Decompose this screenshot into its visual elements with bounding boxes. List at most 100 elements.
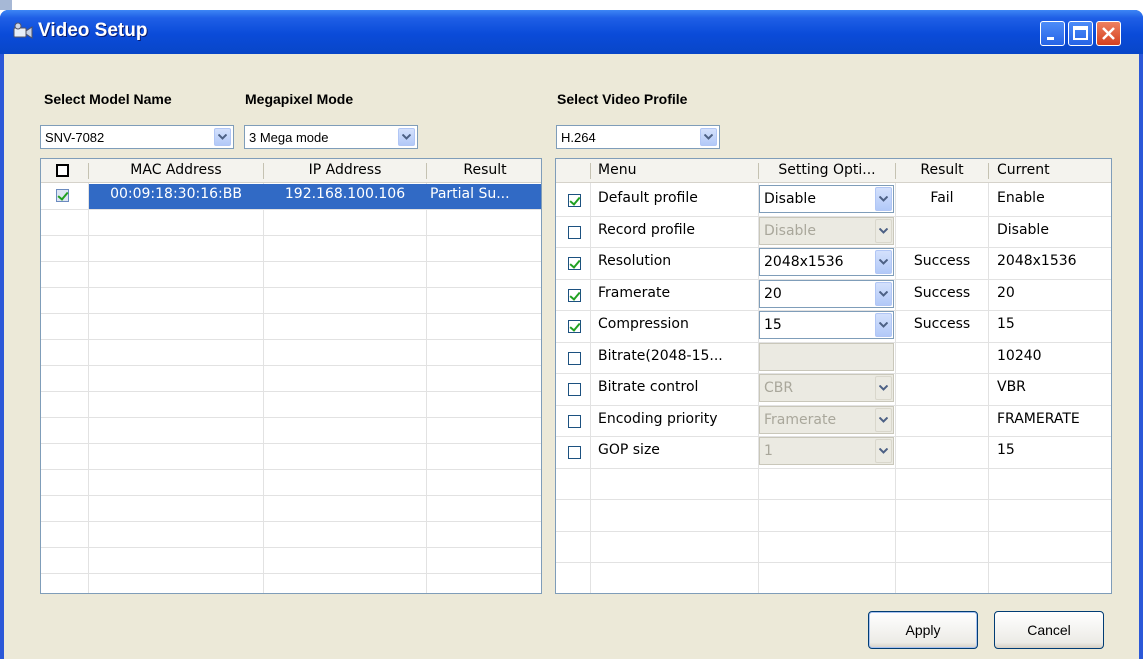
grid-line [41, 469, 541, 470]
row-checkbox[interactable] [568, 415, 581, 428]
grid-line [88, 183, 89, 593]
col-ip-address[interactable]: IP Address [264, 159, 426, 183]
grid-line [263, 183, 264, 593]
row-checkbox[interactable] [568, 194, 581, 207]
current-value-cell: 10240 [997, 348, 1042, 364]
settings-table: Menu Setting Opti... Result Current Defa… [555, 158, 1112, 594]
close-button[interactable] [1096, 21, 1121, 46]
grid-line [41, 521, 541, 522]
setting-option-value: 20 [764, 286, 782, 302]
video-profile-label: Select Video Profile [557, 91, 688, 107]
row-checkbox[interactable] [568, 320, 581, 333]
row-checkbox[interactable] [568, 289, 581, 302]
model-name-select[interactable]: SNV-7082 [40, 125, 234, 149]
current-value-cell: 15 [997, 316, 1015, 332]
select-all-checkbox[interactable] [56, 164, 69, 177]
setting-option-value: 15 [764, 317, 782, 333]
settings-table-header: Menu Setting Opti... Result Current [556, 159, 1111, 183]
background-fragment [0, 0, 12, 10]
grid-line [895, 183, 896, 593]
col-current[interactable]: Current [989, 159, 1113, 183]
chevron-down-icon[interactable] [700, 128, 717, 146]
col-menu[interactable]: Menu [592, 159, 672, 183]
menu-cell: Bitrate control [598, 379, 699, 395]
setting-option-select: Framerate [759, 406, 894, 434]
maximize-button[interactable] [1068, 21, 1093, 46]
menu-cell: Framerate [598, 285, 671, 301]
chevron-down-icon [875, 408, 892, 432]
menu-cell: Resolution [598, 253, 672, 269]
menu-cell: GOP size [598, 442, 660, 458]
row-checkbox[interactable] [56, 189, 69, 202]
setting-option-value: CBR [764, 380, 794, 396]
grid-line [41, 391, 541, 392]
video-profile-select[interactable]: H.264 [556, 125, 720, 149]
grid-line [41, 495, 541, 496]
close-icon [1102, 27, 1115, 40]
minimize-button[interactable] [1040, 21, 1065, 46]
mac-address-cell: 00:09:18:30:16:BB [110, 186, 242, 202]
menu-cell: Compression [598, 316, 689, 332]
model-name-value: SNV-7082 [45, 130, 105, 145]
col-setting-option[interactable]: Setting Opti... [759, 159, 895, 183]
chevron-down-icon[interactable] [875, 282, 892, 306]
setting-option-value: 2048x1536 [764, 254, 844, 270]
grid-line [426, 183, 427, 593]
current-value-cell: Enable [997, 190, 1045, 206]
title-bar[interactable]: Video Setup [0, 10, 1143, 54]
result-cell: Partial Su... [430, 186, 510, 202]
chevron-down-icon[interactable] [398, 128, 415, 146]
apply-button[interactable]: Apply [868, 611, 978, 649]
grid-line [41, 365, 541, 366]
ip-address-cell: 192.168.100.106 [284, 186, 406, 202]
current-value-cell: 2048x1536 [997, 253, 1077, 269]
setting-option-select [759, 343, 894, 371]
setting-option-select: Disable [759, 217, 894, 245]
setting-option-value: 1 [764, 443, 773, 459]
chevron-down-icon [875, 439, 892, 463]
col-result[interactable]: Result [896, 159, 988, 183]
device-table-header: MAC Address IP Address Result [41, 159, 541, 183]
chevron-down-icon [875, 376, 892, 400]
setting-option-value: Disable [764, 191, 816, 207]
cancel-button[interactable]: Cancel [994, 611, 1104, 649]
grid-line [41, 235, 541, 236]
megapixel-mode-label: Megapixel Mode [245, 91, 354, 107]
grid-line [41, 209, 541, 210]
setting-option-select[interactable]: 20 [759, 280, 894, 308]
grid-line [41, 287, 541, 288]
chevron-down-icon[interactable] [875, 250, 892, 274]
row-checkbox[interactable] [568, 257, 581, 270]
setting-option-select[interactable]: 15 [759, 311, 894, 339]
grid-line [41, 261, 541, 262]
grid-line [590, 183, 591, 593]
chevron-down-icon[interactable] [875, 313, 892, 337]
chevron-down-icon[interactable] [214, 128, 231, 146]
grid-line [988, 183, 989, 593]
current-value-cell: Disable [997, 222, 1049, 238]
current-value-cell: 15 [997, 442, 1015, 458]
setting-option-select[interactable]: 2048x1536 [759, 248, 894, 276]
setting-option-value: Disable [764, 223, 816, 239]
setting-option-select[interactable]: Disable [759, 185, 894, 213]
chevron-down-icon[interactable] [875, 187, 892, 211]
megapixel-mode-select[interactable]: 3 Mega mode [244, 125, 418, 149]
row-checkbox[interactable] [568, 226, 581, 239]
window-title: Video Setup [38, 20, 148, 41]
row-checkbox[interactable] [568, 383, 581, 396]
menu-cell: Encoding priority [598, 411, 718, 427]
current-value-cell: FRAMERATE [997, 411, 1080, 427]
col-result[interactable]: Result [427, 159, 543, 183]
video-camera-icon [13, 22, 33, 39]
row-checkbox[interactable] [568, 352, 581, 365]
grid-line [556, 562, 1111, 563]
grid-line [41, 313, 541, 314]
setting-option-select: CBR [759, 374, 894, 402]
model-name-label: Select Model Name [44, 91, 172, 107]
menu-cell: Bitrate(2048-15... [598, 348, 723, 364]
col-mac-address[interactable]: MAC Address [89, 159, 263, 183]
grid-line [556, 499, 1111, 500]
grid-line [41, 547, 541, 548]
dialog-body: Select Model Name Megapixel Mode Select … [4, 54, 1139, 659]
row-checkbox[interactable] [568, 446, 581, 459]
